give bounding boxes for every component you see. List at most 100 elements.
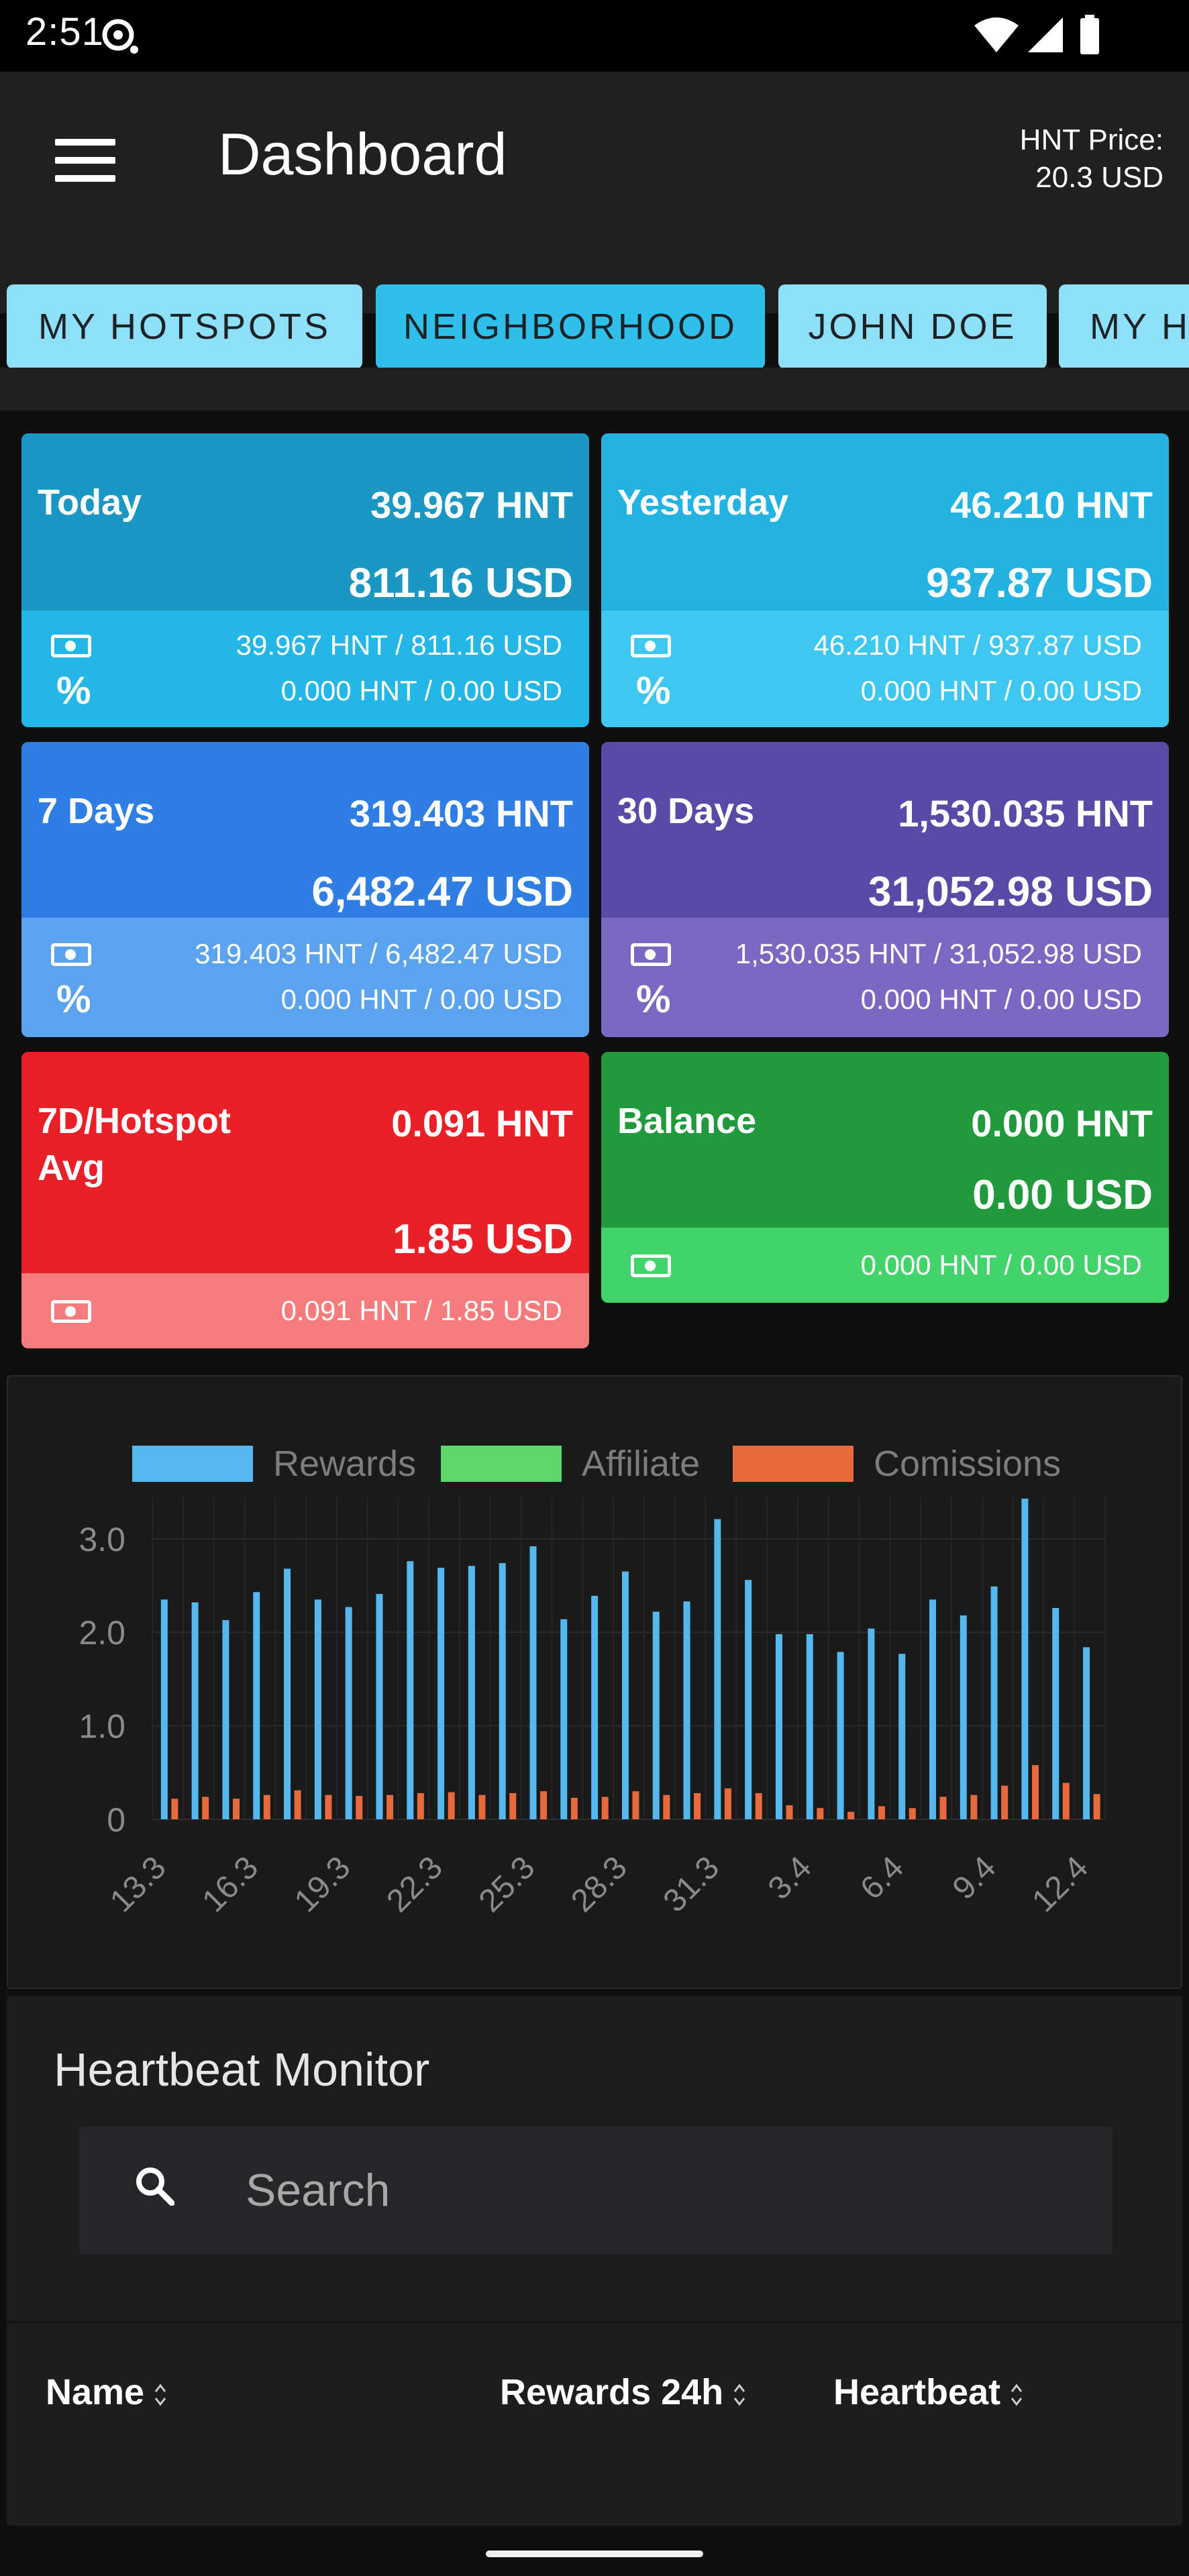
- money-row: 0.091 HNT / 1.85 USD: [21, 1291, 589, 1331]
- comissions-bar: [1001, 1785, 1009, 1819]
- column-header-label: Rewards 24h: [500, 2372, 724, 2412]
- comissions-bar: [847, 1811, 855, 1819]
- card-yesterday[interactable]: Yesterday 46.210 HNT 937.87 USD 46.210 H…: [601, 433, 1169, 727]
- x-tick-label: 19.3: [288, 1849, 358, 1919]
- rewards-bar: [468, 1566, 475, 1819]
- rewards-bar: [806, 1634, 813, 1819]
- card-7-days[interactable]: 7 Days 319.403 HNT 6,482.47 USD 319.403 …: [21, 742, 589, 1037]
- comissions-bar: [663, 1794, 670, 1819]
- money-row: 39.967 HNT / 811.16 USD: [21, 625, 589, 665]
- tab-my-hotspots[interactable]: MY HOTSPOTS: [7, 284, 362, 369]
- percent-line: 0.000 HNT / 0.00 USD: [280, 983, 562, 1015]
- y-tick-label: 2.0: [79, 1614, 125, 1652]
- money-icon: [631, 635, 671, 657]
- percent-icon: %: [56, 977, 91, 1021]
- sort-icon: [154, 2383, 166, 2406]
- percent-row: % 0.000 HNT / 0.00 USD: [21, 979, 589, 1020]
- comissions-bar: [878, 1806, 885, 1819]
- x-tick-label: 6.4: [854, 1849, 911, 1907]
- card-usd: 6,482.47 USD: [311, 869, 573, 915]
- card-usd: 937.87 USD: [926, 560, 1153, 606]
- card-30-days[interactable]: 30 Days 1,530.035 HNT 31,052.98 USD 1,53…: [601, 742, 1169, 1037]
- rewards-bar: [898, 1654, 906, 1819]
- x-tick-label: 12.4: [1025, 1849, 1095, 1919]
- comissions-bar: [233, 1799, 240, 1819]
- rewards-bar: [284, 1568, 291, 1819]
- money-row: 0.000 HNT / 0.00 USD: [601, 1245, 1169, 1285]
- legend-swatch: [441, 1446, 562, 1482]
- rewards-chart-svg: 0 1.0 2.0 3.0 13.3 16.3 19.3 22.3 25.3 28.3 31.3 3.…: [79, 1444, 1106, 1919]
- comissions-bar: [509, 1792, 517, 1819]
- x-tick-label: 9.4: [946, 1849, 1003, 1907]
- card-hnt: 0.091 HNT: [391, 1102, 573, 1144]
- card-balance[interactable]: Balance 0.000 HNT 0.00 USD 0.000 HNT / 0…: [601, 1052, 1169, 1303]
- tab-john-doe[interactable]: JOHN DOE: [778, 284, 1047, 369]
- tab-my-hotspots-2[interactable]: MY H: [1059, 284, 1189, 369]
- rewards-bar: [775, 1634, 782, 1819]
- rewards-bar: [990, 1586, 998, 1819]
- tabs-divider: [0, 368, 1189, 411]
- money-icon: [51, 1300, 91, 1323]
- rewards-bar: [529, 1546, 537, 1819]
- card-hnt: 319.403 HNT: [349, 792, 573, 835]
- money-icon: [631, 943, 671, 966]
- rewards-bar: [253, 1592, 260, 1819]
- percent-row: % 0.000 HNT / 0.00 USD: [21, 671, 589, 711]
- rewards-bar: [714, 1519, 721, 1819]
- column-header-heartbeat[interactable]: Heartbeat: [833, 2371, 1023, 2413]
- x-tick-label: 22.3: [380, 1849, 450, 1919]
- table-divider: [7, 2321, 1182, 2323]
- money-line: 1,530.035 HNT / 31,052.98 USD: [735, 938, 1142, 969]
- legend-label: Rewards: [273, 1444, 416, 1484]
- card-label: 7 Days: [38, 791, 155, 831]
- tab-neighborhood[interactable]: NEIGHBORHOOD: [376, 284, 765, 369]
- percent-line: 0.000 HNT / 0.00 USD: [860, 675, 1142, 706]
- comissions-bar: [325, 1794, 332, 1819]
- y-tick-label: 3.0: [79, 1521, 125, 1558]
- rewards-bar: [837, 1652, 844, 1819]
- comissions-bar: [939, 1796, 947, 1819]
- column-header-name[interactable]: Name: [46, 2371, 167, 2413]
- gesture-nav-bar[interactable]: [486, 2551, 703, 2557]
- card-hnt: 46.210 HNT: [950, 484, 1153, 526]
- percent-row: % 0.000 HNT / 0.00 USD: [601, 979, 1169, 1020]
- search-input[interactable]: [246, 2153, 1051, 2227]
- heartbeat-title: Heartbeat Monitor: [54, 2043, 430, 2096]
- rewards-bar: [407, 1561, 414, 1819]
- page-title: Dashboard: [218, 121, 507, 187]
- comissions-bar: [171, 1799, 178, 1819]
- comissions-bar: [202, 1796, 209, 1819]
- rewards-bar: [345, 1607, 352, 1819]
- comissions-bar: [786, 1805, 793, 1819]
- column-header-rewards-24h[interactable]: Rewards 24h: [500, 2371, 746, 2413]
- card-today[interactable]: Today 39.967 HNT 811.16 USD 39.967 HNT /…: [21, 433, 589, 727]
- wifi-icon: [974, 17, 1019, 52]
- y-tick-label: 1.0: [79, 1708, 125, 1746]
- comissions-bar: [294, 1790, 301, 1819]
- legend-label: Affiliate: [582, 1444, 700, 1484]
- comissions-bar: [694, 1792, 701, 1819]
- rewards-bar: [191, 1602, 199, 1819]
- card-7d-hotspot-avg[interactable]: 7D/Hotspot Avg 0.091 HNT 1.85 USD 0.091 …: [21, 1052, 589, 1348]
- column-header-label: Name: [46, 2372, 145, 2412]
- rewards-bar: [1052, 1607, 1059, 1819]
- search-box[interactable]: [79, 2127, 1113, 2254]
- rewards-bar: [560, 1619, 568, 1819]
- menu-icon[interactable]: [55, 139, 115, 186]
- money-row: 46.210 HNT / 937.87 USD: [601, 625, 1169, 665]
- money-line: 39.967 HNT / 811.16 USD: [236, 629, 562, 661]
- money-icon: [51, 635, 91, 657]
- percent-icon: %: [636, 977, 671, 1021]
- legend-swatch: [733, 1446, 854, 1482]
- card-label: 7D/Hotspot Avg: [38, 1101, 231, 1188]
- rewards-bar: [652, 1611, 660, 1819]
- x-tick-label: 28.3: [564, 1849, 634, 1919]
- hnt-price-value: 20.3 USD: [1035, 161, 1164, 194]
- legend-swatch: [132, 1446, 253, 1482]
- app-bar: Dashboard HNT Price: 20.3 USD: [0, 72, 1189, 313]
- comissions-bar: [1062, 1782, 1070, 1819]
- comissions-bar: [817, 1808, 824, 1819]
- rewards-bar: [499, 1563, 506, 1819]
- comissions-bar: [632, 1791, 639, 1819]
- comissions-bar: [570, 1797, 578, 1819]
